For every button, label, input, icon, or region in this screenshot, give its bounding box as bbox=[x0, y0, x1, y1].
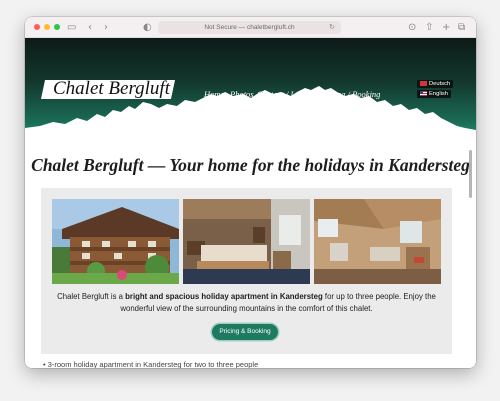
nav-contact-location[interactable]: Contact / Location bbox=[257, 88, 321, 100]
download-icon[interactable]: ⊙ bbox=[408, 21, 416, 34]
intro-description: Chalet Bergluft is a bright and spacious… bbox=[57, 292, 436, 313]
intro-panel: Chalet Bergluft is a bright and spacious… bbox=[41, 188, 452, 354]
url-text: Not Secure — chaletbergluft.ch bbox=[204, 24, 295, 31]
back-icon[interactable]: ‹ bbox=[88, 21, 92, 34]
chalet-exterior-photo[interactable] bbox=[52, 199, 179, 284]
bedroom-photo[interactable] bbox=[183, 199, 310, 284]
address-bar[interactable]: Not Secure — chaletbergluft.ch ↻ bbox=[158, 21, 341, 34]
site-header: Chalet Bergluft Home Photos Contact / Lo… bbox=[25, 38, 476, 136]
pricing-booking-button[interactable]: Pricing & Booking bbox=[212, 324, 278, 340]
forward-icon[interactable]: › bbox=[104, 21, 108, 34]
language-deutsch[interactable]: Deutsch bbox=[417, 80, 454, 88]
privacy-shield-icon[interactable]: ◐ bbox=[143, 21, 152, 34]
living-room-photo[interactable] bbox=[314, 199, 441, 284]
share-icon[interactable]: ⇧ bbox=[425, 21, 433, 34]
close-window-button[interactable] bbox=[34, 24, 40, 30]
page-title: Chalet Bergluft — Your home for the holi… bbox=[31, 155, 470, 175]
sidebar-icon[interactable]: ▭ bbox=[67, 21, 76, 34]
language-english[interactable]: English bbox=[417, 90, 452, 98]
us-flag-icon bbox=[420, 90, 427, 96]
main-nav: Home Photos Contact / Location Pricing /… bbox=[25, 88, 476, 102]
nav-pricing-booking[interactable]: Pricing / Booking bbox=[320, 88, 380, 100]
zoom-window-button[interactable] bbox=[54, 24, 60, 30]
scrollbar-thumb[interactable] bbox=[469, 150, 472, 198]
browser-toolbar: ▭ ‹ › ◐ Not Secure — chaletbergluft.ch ↻… bbox=[25, 17, 476, 38]
new-tab-icon[interactable]: + bbox=[442, 21, 450, 34]
nav-photos[interactable]: Photos bbox=[230, 88, 254, 100]
tab-overview-icon[interactable]: ⧉ bbox=[458, 21, 465, 34]
minimize-window-button[interactable] bbox=[44, 24, 50, 30]
browser-window: ▭ ‹ › ◐ Not Secure — chaletbergluft.ch ↻… bbox=[25, 17, 476, 368]
page-viewport: Chalet Bergluft Home Photos Contact / Lo… bbox=[25, 38, 476, 368]
list-item: • 3-room holiday apartment in Kandersteg… bbox=[43, 360, 259, 368]
reload-icon[interactable]: ↻ bbox=[329, 21, 335, 34]
de-flag-icon bbox=[420, 80, 427, 86]
nav-home[interactable]: Home bbox=[204, 88, 225, 101]
